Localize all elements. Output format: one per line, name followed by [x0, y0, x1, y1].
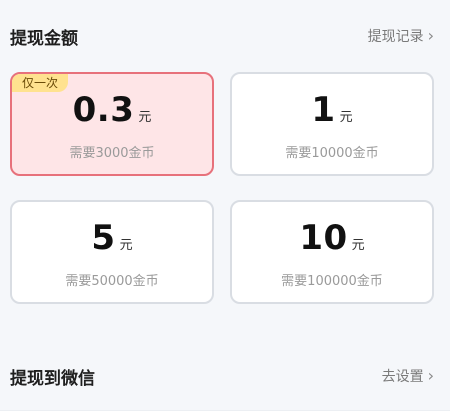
amount-value: 10	[299, 218, 348, 258]
amount-row: 0.3 元	[73, 90, 152, 130]
withdraw-records-link[interactable]: 提现记录 ›	[368, 26, 434, 46]
chevron-right-icon: ›	[427, 365, 434, 385]
withdraw-to-wechat-title: 提现到微信	[10, 368, 95, 389]
amount-row: 5 元	[91, 218, 132, 258]
amount-option-0-3[interactable]: 仅一次 0.3 元 需要3000金币	[10, 72, 214, 176]
amount-unit: 元	[351, 238, 365, 253]
amount-row: 10 元	[299, 218, 364, 258]
amount-option-10[interactable]: 10 元 需要100000金币	[230, 200, 434, 304]
withdraw-records-label: 提现记录	[367, 29, 424, 45]
wechat-header: 提现到微信 去设置 ›	[0, 358, 450, 394]
withdraw-amount-header: 提现金额 提现记录 ›	[0, 18, 450, 54]
once-only-badge: 仅一次	[12, 74, 69, 92]
withdraw-amount-title: 提现金额	[10, 28, 78, 49]
coin-cost: 需要50000金币	[65, 274, 159, 289]
amount-row: 1 元	[311, 90, 352, 130]
amount-value: 1	[311, 90, 336, 130]
amount-unit: 元	[339, 110, 353, 125]
go-settings-link[interactable]: 去设置 ›	[382, 366, 434, 386]
amount-options-grid: 仅一次 0.3 元 需要3000金币 1 元 需要10000金币 5 元 需要5…	[10, 72, 434, 304]
coin-cost: 需要10000金币	[285, 146, 379, 161]
coin-cost: 需要100000金币	[281, 274, 383, 289]
go-settings-label: 去设置	[381, 369, 424, 385]
amount-option-1[interactable]: 1 元 需要10000金币	[230, 72, 434, 176]
amount-value: 0.3	[72, 90, 135, 130]
amount-unit: 元	[119, 238, 133, 253]
chevron-right-icon: ›	[427, 25, 434, 45]
coin-cost: 需要3000金币	[69, 146, 155, 161]
amount-unit: 元	[138, 110, 152, 125]
amount-value: 5	[91, 218, 116, 258]
amount-option-5[interactable]: 5 元 需要50000金币	[10, 200, 214, 304]
